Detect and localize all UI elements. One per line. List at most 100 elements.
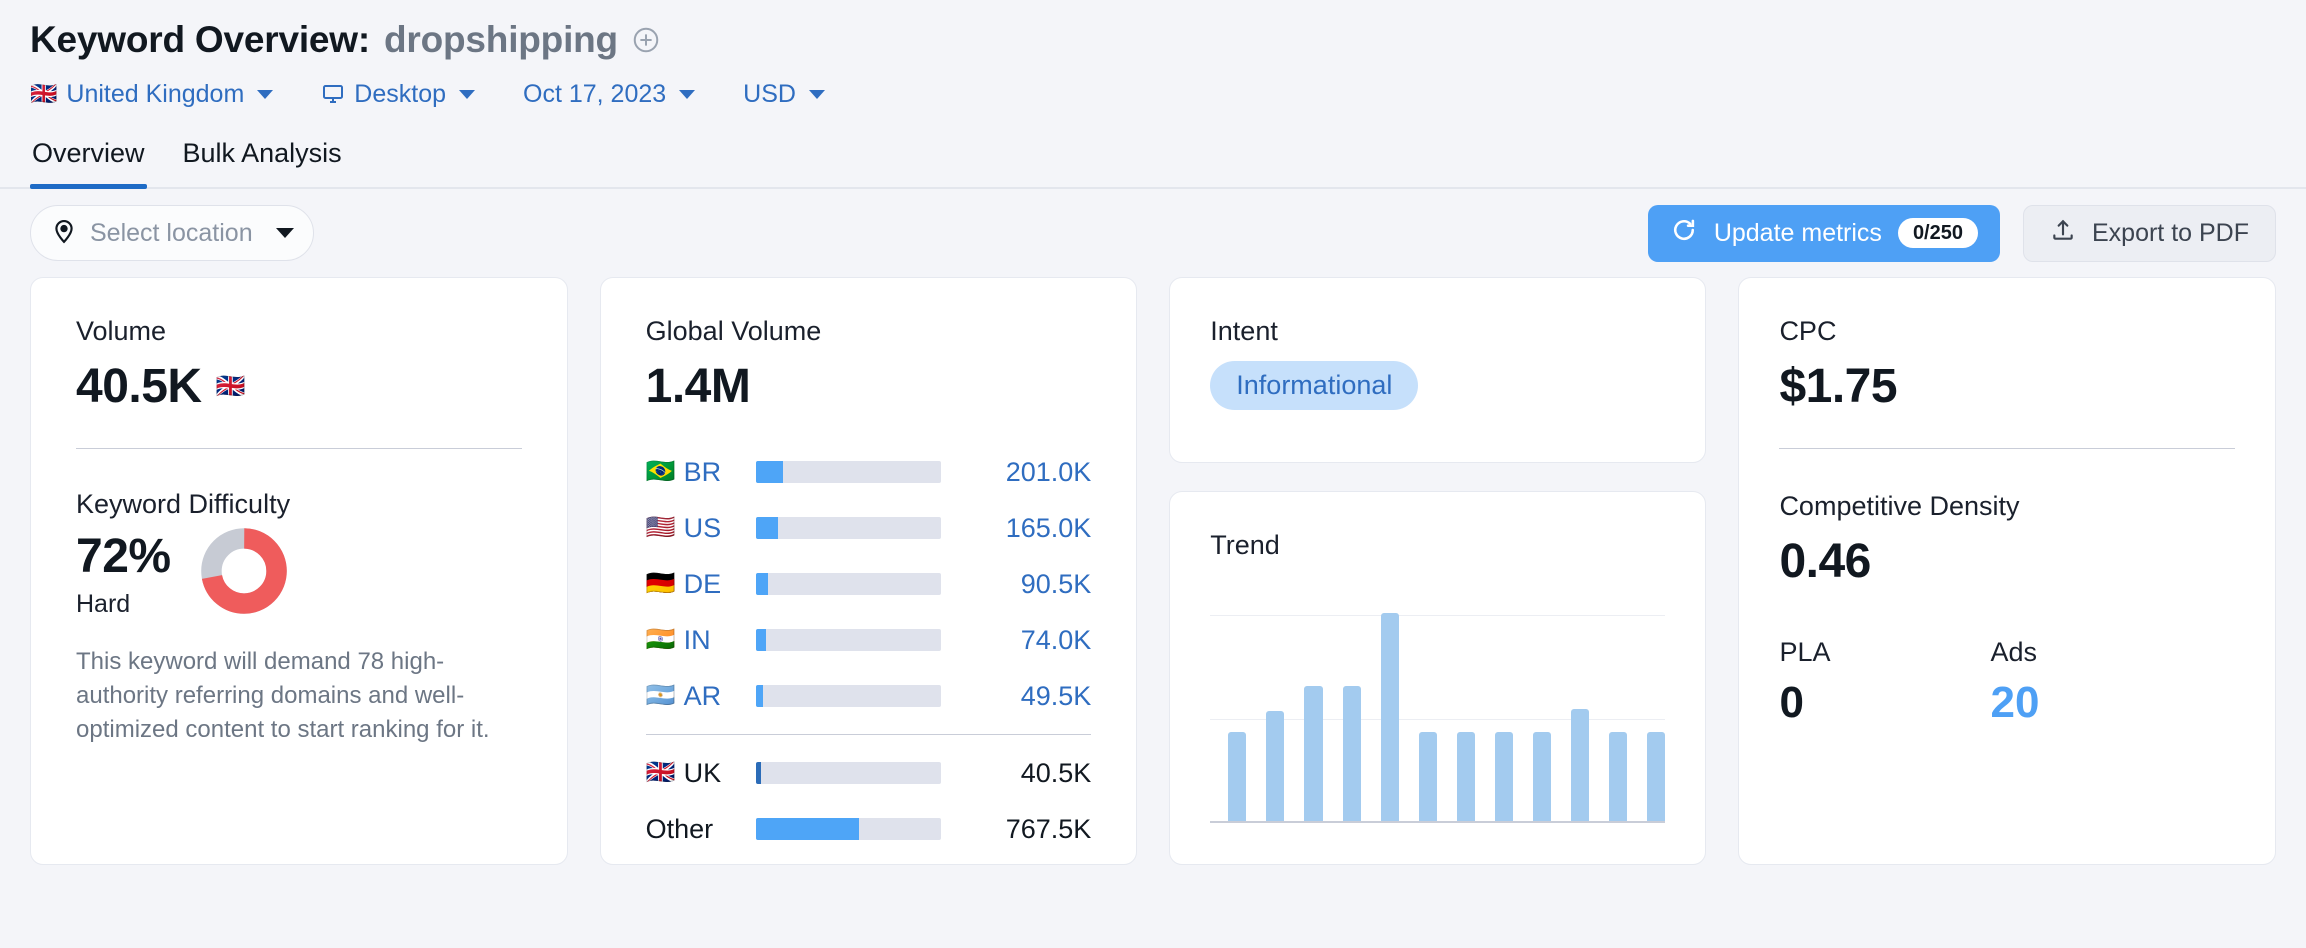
- trend-bar[interactable]: [1228, 732, 1247, 821]
- volume-bar-fill: [755, 517, 778, 539]
- trend-bar[interactable]: [1380, 613, 1399, 821]
- country-code: IN: [683, 624, 711, 655]
- chevron-down-icon: [808, 89, 825, 99]
- volume-bar-track: [755, 762, 942, 784]
- ads-label: Ads: [1990, 637, 2038, 667]
- filter-country[interactable]: 🇬🇧 United Kingdom: [30, 79, 274, 109]
- country-flag-icon: 🇬🇧: [645, 759, 676, 786]
- country-code: AR: [683, 680, 722, 711]
- country-code: BR: [683, 456, 722, 487]
- axis-baseline: [1210, 821, 1666, 823]
- select-location-dropdown[interactable]: Select location: [30, 205, 314, 261]
- trend-bar[interactable]: [1266, 711, 1285, 821]
- update-metrics-count-badge: 0/250: [1897, 218, 1978, 248]
- tab-overview[interactable]: Overview: [30, 132, 147, 189]
- trend-bar[interactable]: [1456, 732, 1475, 821]
- volume-value: 165.0K: [1005, 512, 1092, 543]
- volume-bar-fill: [755, 762, 761, 784]
- plus-circle-icon[interactable]: [631, 25, 661, 55]
- global-volume-rows: 🇧🇷 BR 201.0K 🇺🇸 US 165.0K 🇩🇪 DE 90.5K 🇮🇳 IN 74.0K 🇦🇷…: [645, 444, 1092, 857]
- global-volume-row[interactable]: 🇧🇷 BR 201.0K: [646, 444, 1092, 500]
- country-flag-icon: 🇩🇪: [645, 570, 676, 597]
- competitive-density-label: Competitive Density: [1779, 491, 2020, 521]
- country-code: DE: [683, 568, 722, 599]
- title-row: Keyword Overview: dropshipping: [30, 14, 2276, 66]
- cpc-card: CPC $1.75 Competitive Density 0.46 PLA 0…: [1738, 277, 2277, 865]
- filters-row: 🇬🇧 United Kingdom Desktop Oct 17, 2023 U…: [30, 70, 2276, 118]
- trend-bars: [1210, 595, 1666, 821]
- chevron-down-icon: [459, 89, 476, 99]
- filter-country-label: United Kingdom: [66, 79, 245, 108]
- cpc-value: $1.75: [1779, 360, 1898, 413]
- chevron-down-icon: [679, 89, 696, 99]
- trend-bar[interactable]: [1342, 686, 1361, 821]
- keyword-difficulty-text: 72% Hard: [76, 529, 171, 619]
- pla-block: PLA 0: [1779, 637, 1830, 728]
- trend-chart: [1210, 595, 1666, 823]
- filter-currency[interactable]: USD: [743, 80, 825, 109]
- country-code: Other: [645, 813, 714, 844]
- volume-value-row: 40.5K 🇬🇧: [76, 359, 522, 414]
- global-volume-row[interactable]: Other 767.5K: [646, 801, 1092, 857]
- pla-label: PLA: [1779, 637, 1831, 667]
- global-volume-row[interactable]: 🇦🇷 AR 49.5K: [646, 668, 1092, 724]
- cpc-label: CPC: [1779, 316, 1837, 346]
- toolbar-actions: Update metrics 0/250 Export to PDF: [1647, 204, 2276, 262]
- volume-bar-fill: [755, 461, 783, 483]
- trend-card: Trend: [1169, 491, 1707, 865]
- page-title: Keyword Overview:: [30, 19, 371, 60]
- select-location-label: Select location: [90, 218, 253, 247]
- volume-bar-track: [755, 517, 942, 539]
- divider: [645, 734, 1092, 735]
- middle-column: Intent Informational Trend: [1169, 277, 1707, 865]
- keyword-difficulty-block: Keyword Difficulty 72% Hard This keyword…: [76, 489, 522, 747]
- filter-device[interactable]: Desktop: [321, 80, 476, 109]
- volume-bar-track: [755, 573, 942, 595]
- volume-value: 49.5K: [1020, 680, 1092, 711]
- volume-value: 90.5K: [1020, 568, 1092, 599]
- trend-bar[interactable]: [1418, 732, 1437, 821]
- global-volume-row[interactable]: 🇮🇳 IN 74.0K: [646, 612, 1092, 668]
- map-pin-icon: [51, 218, 77, 249]
- global-volume-row[interactable]: 🇺🇸 US 165.0K: [646, 500, 1092, 556]
- trend-bar[interactable]: [1533, 732, 1552, 821]
- metrics-cards: Volume 40.5K 🇬🇧 Keyword Difficulty 72% H…: [0, 277, 2306, 865]
- trend-bar[interactable]: [1647, 732, 1666, 821]
- country-flag-icon: 🇧🇷: [645, 458, 676, 485]
- volume-bar-track: [755, 461, 942, 483]
- tab-bulk-analysis[interactable]: Bulk Analysis: [181, 132, 344, 187]
- global-volume-row[interactable]: 🇩🇪 DE 90.5K: [646, 556, 1092, 612]
- ads-value[interactable]: 20: [1990, 678, 2039, 728]
- update-metrics-button[interactable]: Update metrics 0/250: [1647, 204, 2000, 262]
- trend-bar[interactable]: [1571, 709, 1590, 821]
- volume-value: 767.5K: [1005, 813, 1092, 844]
- keyword-difficulty-value: 72%: [76, 529, 171, 583]
- trend-bar[interactable]: [1304, 686, 1323, 821]
- volume-bar-fill: [755, 685, 763, 707]
- volume-bar-track: [755, 629, 942, 651]
- trend-bar[interactable]: [1494, 732, 1514, 821]
- keyword-difficulty-donut: [200, 528, 287, 619]
- filter-currency-label: USD: [743, 79, 796, 108]
- page-header: Keyword Overview: dropshipping 🇬🇧 United…: [0, 0, 2306, 118]
- filter-date[interactable]: Oct 17, 2023: [523, 80, 696, 109]
- competitive-density-block: Competitive Density 0.46: [1779, 491, 2235, 589]
- export-pdf-button[interactable]: Export to PDF: [2023, 204, 2276, 262]
- uk-flag-icon: 🇬🇧: [215, 373, 246, 400]
- keyword-difficulty-note: This keyword will demand 78 high-authori…: [76, 648, 490, 744]
- volume-label: Volume: [76, 316, 167, 346]
- country-flag-icon: 🇺🇸: [645, 514, 676, 541]
- upload-icon: [2050, 217, 2076, 250]
- global-volume-label: Global Volume: [645, 316, 822, 346]
- divider: [1779, 448, 2236, 449]
- intent-chip[interactable]: Informational: [1210, 361, 1419, 410]
- trend-label: Trend: [1210, 530, 1280, 560]
- global-volume-row[interactable]: 🇬🇧 UK 40.5K: [646, 745, 1092, 801]
- volume-bar-track: [755, 685, 942, 707]
- global-volume-card: Global Volume 1.4M 🇧🇷 BR 201.0K 🇺🇸 US 165.0K 🇩…: [599, 277, 1138, 865]
- country-code: UK: [683, 757, 722, 788]
- volume-value: 74.0K: [1020, 624, 1092, 655]
- trend-bar[interactable]: [1609, 732, 1628, 821]
- volume-bar-fill: [755, 629, 766, 651]
- volume-bar-fill: [755, 818, 859, 840]
